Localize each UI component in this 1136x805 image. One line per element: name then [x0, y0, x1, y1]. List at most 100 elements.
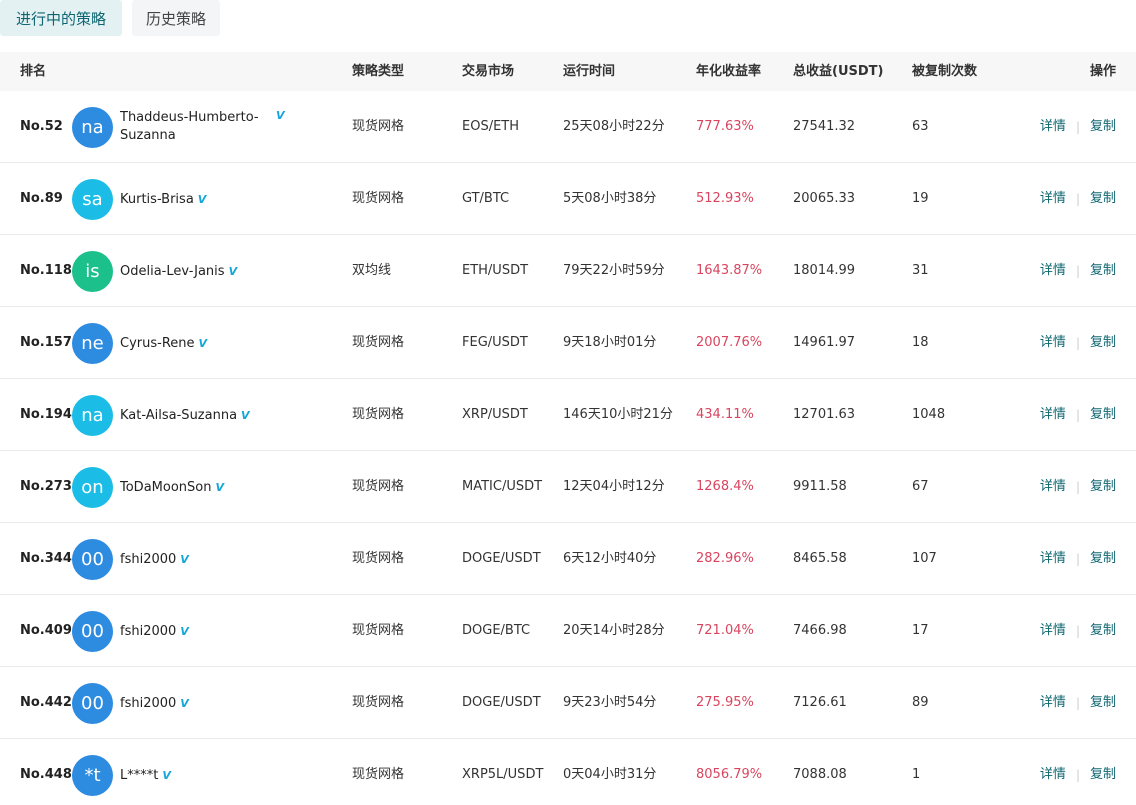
copy-count: 67: [912, 479, 929, 494]
total-profit: 7126.61: [793, 695, 847, 710]
strategy-type: 现货网格: [352, 551, 405, 566]
action-divider: |: [1075, 336, 1080, 350]
copy-link[interactable]: 复制: [1090, 235, 1116, 307]
trading-market: MATIC/USDT: [462, 479, 543, 494]
avatar[interactable]: *t: [72, 755, 113, 796]
annual-yield: 8056.79%: [696, 767, 763, 782]
detail-link[interactable]: 详情: [1040, 379, 1066, 451]
copy-link[interactable]: 复制: [1090, 595, 1116, 667]
strategy-type: 现货网格: [352, 407, 405, 422]
detail-link[interactable]: 详情: [1040, 91, 1066, 163]
avatar[interactable]: ne: [72, 323, 113, 364]
rank-label: No.273: [20, 479, 72, 494]
trading-market: FEG/USDT: [462, 335, 528, 350]
trader-name[interactable]: Thaddeus-Humberto-Suzanna V: [120, 91, 285, 163]
trader-name-text: ToDaMoonSon: [120, 479, 212, 495]
trader-name[interactable]: Odelia-Lev-Janis V: [120, 235, 237, 307]
tab-history-strategies[interactable]: 历史策略: [132, 0, 221, 36]
table-row: No.448 *t L****t V 现货网格 XRP5L/USDT 0天04小…: [0, 739, 1136, 805]
trading-market: GT/BTC: [462, 191, 510, 206]
strategy-table: 排名 策略类型 交易市场 运行时间 年化收益率 总收益(USDT) 被复制次数 …: [0, 52, 1136, 805]
copy-link[interactable]: 复制: [1090, 91, 1116, 163]
detail-link[interactable]: 详情: [1040, 307, 1066, 379]
copy-count: 89: [912, 695, 929, 710]
action-divider: |: [1075, 624, 1080, 638]
trader-name[interactable]: fshi2000 V: [120, 595, 189, 667]
trader-name[interactable]: Cyrus-Rene V: [120, 307, 207, 379]
avatar[interactable]: 00: [72, 683, 113, 724]
rank-label: No.344: [20, 551, 72, 566]
verified-badge-icon: V: [180, 552, 189, 566]
verified-badge-icon: V: [197, 192, 207, 206]
rank-label: No.89: [20, 191, 63, 206]
row-actions: 详情 | 复制: [1040, 379, 1116, 451]
annual-yield: 2007.76%: [696, 335, 763, 350]
copy-link[interactable]: 复制: [1090, 163, 1116, 235]
trader-name-text: fshi2000: [120, 623, 177, 639]
header-rank: 排名: [20, 64, 47, 79]
detail-link[interactable]: 详情: [1040, 739, 1066, 805]
tab-active-strategies[interactable]: 进行中的策略: [0, 0, 123, 36]
copy-link[interactable]: 复制: [1090, 739, 1116, 805]
detail-link[interactable]: 详情: [1040, 163, 1066, 235]
copy-link[interactable]: 复制: [1090, 307, 1116, 379]
trading-market: DOGE/USDT: [462, 695, 541, 710]
verified-badge-icon: V: [162, 768, 171, 782]
trader-name-text: Kat-Ailsa-Suzanna: [120, 407, 238, 423]
avatar[interactable]: 00: [72, 611, 113, 652]
avatar[interactable]: na: [72, 395, 113, 436]
trader-name[interactable]: fshi2000 V: [120, 523, 189, 595]
verified-badge-icon: V: [180, 624, 189, 638]
action-divider: |: [1075, 480, 1080, 494]
detail-link[interactable]: 详情: [1040, 235, 1066, 307]
trader-name[interactable]: ToDaMoonSon V: [120, 451, 224, 523]
copy-link[interactable]: 复制: [1090, 379, 1116, 451]
runtime: 20天14小时28分: [563, 623, 665, 638]
detail-link[interactable]: 详情: [1040, 523, 1066, 595]
total-profit: 9911.58: [793, 479, 847, 494]
strategy-type: 现货网格: [352, 479, 405, 494]
copy-link[interactable]: 复制: [1090, 667, 1116, 739]
avatar[interactable]: on: [72, 467, 113, 508]
trader-name[interactable]: Kurtis-Brisa V: [120, 163, 206, 235]
copy-count: 17: [912, 623, 929, 638]
trader-name[interactable]: Kat-Ailsa-Suzanna V: [120, 379, 250, 451]
annual-yield: 512.93%: [696, 191, 754, 206]
copy-link[interactable]: 复制: [1090, 451, 1116, 523]
avatar[interactable]: is: [72, 251, 113, 292]
rank-label: No.448: [20, 767, 72, 782]
copy-count: 31: [912, 263, 929, 278]
runtime: 25天08小时22分: [563, 119, 665, 134]
header-profit: 总收益(USDT): [793, 64, 884, 79]
table-row: No.273 on ToDaMoonSon V 现货网格 MATIC/USDT …: [0, 451, 1136, 523]
avatar[interactable]: na: [72, 107, 113, 148]
total-profit: 8465.58: [793, 551, 847, 566]
detail-link[interactable]: 详情: [1040, 667, 1066, 739]
table-row: No.52 na Thaddeus-Humberto-Suzanna V 现货网…: [0, 91, 1136, 163]
annual-yield: 434.11%: [696, 407, 754, 422]
header-runtime: 运行时间: [563, 64, 616, 79]
trading-market: XRP5L/USDT: [462, 767, 544, 782]
row-actions: 详情 | 复制: [1040, 163, 1116, 235]
trader-name-text: fshi2000: [120, 695, 177, 711]
trading-market: DOGE/USDT: [462, 551, 541, 566]
copy-link[interactable]: 复制: [1090, 523, 1116, 595]
header-actions: 操作: [1089, 64, 1116, 79]
row-actions: 详情 | 复制: [1040, 91, 1116, 163]
detail-link[interactable]: 详情: [1040, 451, 1066, 523]
trader-name[interactable]: L****t V: [120, 739, 171, 805]
avatar[interactable]: sa: [72, 179, 113, 220]
trader-name[interactable]: fshi2000 V: [120, 667, 189, 739]
verified-badge-icon: V: [215, 480, 224, 494]
table-row: No.157 ne Cyrus-Rene V 现货网格 FEG/USDT 9天1…: [0, 307, 1136, 379]
detail-link[interactable]: 详情: [1040, 595, 1066, 667]
strategy-type: 现货网格: [352, 767, 405, 782]
table-row: No.442 00 fshi2000 V 现货网格 DOGE/USDT 9天23…: [0, 667, 1136, 739]
runtime: 146天10小时21分: [563, 407, 673, 422]
strategy-tabs: 进行中的策略 历史策略: [0, 0, 221, 36]
copy-count: 1048: [912, 407, 946, 422]
trader-name-text: Cyrus-Rene: [120, 335, 195, 351]
avatar[interactable]: 00: [72, 539, 113, 580]
total-profit: 12701.63: [793, 407, 856, 422]
table-row: No.118 is Odelia-Lev-Janis V 双均线 ETH/USD…: [0, 235, 1136, 307]
